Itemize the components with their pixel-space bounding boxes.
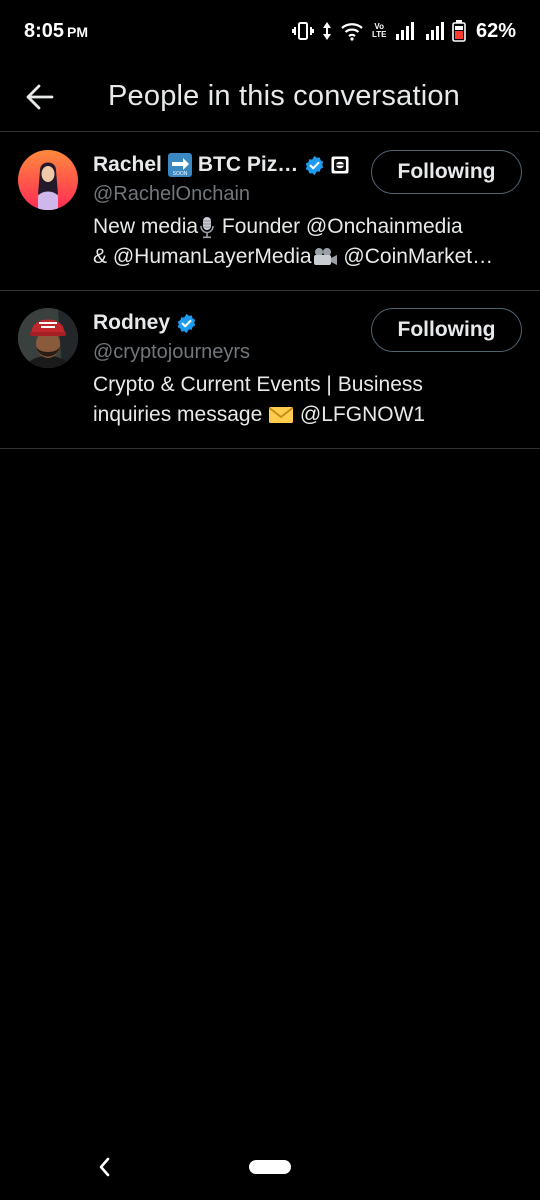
following-button[interactable]: Following [371,308,522,352]
soon-label: SOON [173,171,188,177]
soon-arrow-emoji: SOON [167,153,192,177]
page-title: People in this conversation [108,80,460,112]
battery-icon [452,20,466,42]
following-button[interactable]: Following [371,150,522,194]
back-button[interactable] [0,67,80,127]
display-name-suffix: BTC Piz… [197,153,299,176]
clock-time: 8:05 [24,19,65,42]
signal-icon-1 [395,22,418,40]
battery-percent: 62% [475,19,516,42]
clock-ampm: PM [67,23,89,40]
display-name-line: Rachel SOON BTC Piz… [93,153,349,177]
top-app-bar: People in this conversation [0,62,540,132]
signal-icon-2 [425,22,444,40]
bio-text: inquiries message [93,403,269,426]
affiliate-badge-icon [331,156,349,174]
bio-text: @LFGNOW1 [294,403,426,426]
bio-line: & @HumanLayerMedia @CoinMarket… [93,242,525,272]
display-name: Rodney [93,311,171,334]
bio-text: & @HumanLayerMedia [93,245,312,268]
vibrate-icon [291,21,314,41]
verified-badge-icon [304,155,325,176]
wifi-icon [340,21,364,41]
bio-text: Founder @Onchainmedia [216,215,463,238]
bio-text: New media [93,215,199,238]
user-row-rodney[interactable]: Rodney @cryptojourneyrs Following Crypto… [0,291,540,449]
system-nav-bar [0,1140,540,1200]
user-row-rachel[interactable]: Rachel SOON BTC Piz… @RachelOnchain Foll… [0,133,540,291]
display-name: Rachel [93,153,162,176]
data-arrows-icon [322,21,332,41]
bio-line: Crypto & Current Events | Business [93,373,423,396]
display-name-line: Rodney [93,311,197,335]
bio-line: New media Founder @Onchainmedia [93,212,525,242]
chevron-left-icon [99,1157,110,1177]
bio-line: inquiries message @LFGNOW1 [93,400,525,430]
user-bio: Crypto & Current Events | Business inqui… [93,370,525,430]
status-bar: 8:05 PM Vo LTE 62% [0,0,540,62]
volte-icon: Vo LTE [372,23,388,39]
user-handle: @cryptojourneyrs [93,341,251,363]
status-time: 8:05 PM [24,20,88,43]
avatar-rachel[interactable] [18,150,78,210]
arrow-left-icon [26,84,54,109]
user-bio: New media Founder @Onchainmedia & @Human… [93,212,525,272]
user-handle: @RachelOnchain [93,183,251,205]
movie-camera-icon [312,246,338,268]
envelope-icon [268,405,294,425]
verified-badge-icon [176,313,197,334]
system-home-pill[interactable] [249,1160,291,1174]
status-icons: Vo LTE 62% [291,19,516,43]
avatar-rodney[interactable] [18,308,78,368]
system-back-button[interactable] [94,1154,114,1180]
volte-label-mid: LTE [371,30,387,39]
microphone-icon [198,215,216,239]
user-list: Rachel SOON BTC Piz… @RachelOnchain Foll… [0,133,540,449]
bio-text: @CoinMarket… [337,245,494,268]
